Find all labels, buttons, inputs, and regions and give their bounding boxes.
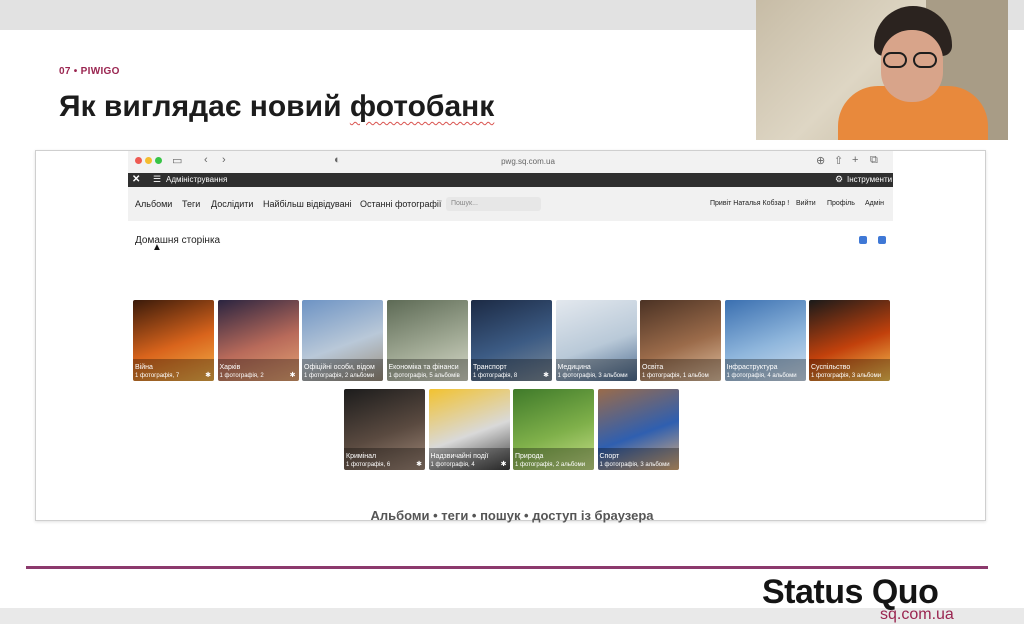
album-thumbnail[interactable]: Надзвичайні події 1 фотографія, 4 ✱ [428, 389, 510, 470]
new-badge-icon: ✱ [205, 372, 211, 379]
minimize-dot[interactable] [145, 157, 152, 164]
new-badge-icon: ✱ [500, 461, 507, 468]
profile-link[interactable]: Профіль [827, 200, 855, 207]
close-admin-icon[interactable]: ✕ [132, 174, 140, 185]
close-dot[interactable] [135, 157, 142, 164]
album-count: 1 фотографія, 2 [219, 373, 264, 379]
forward-icon[interactable]: › [222, 154, 226, 166]
new-badge-icon: ✱ [289, 372, 296, 379]
album-thumbnail[interactable]: Транспорт 1 фотографія, 8 ✱ [471, 300, 552, 381]
album-count: 1 фотографія, 6 [346, 462, 391, 468]
nav-tags[interactable]: Теги [182, 199, 200, 209]
album-count: 1 фотографія, 3 альбоми [599, 462, 670, 468]
album-thumbnail[interactable]: Харків 1 фотографія, 2 ✱ [217, 300, 299, 381]
album-thumbnail[interactable]: Спорт 1 фотографія, 3 альбоми [597, 389, 679, 470]
album-thumbnail[interactable]: Суспільство 1 фотографія, 3 альбоми [809, 300, 890, 381]
album-name: Медицина [557, 364, 591, 371]
greeting: Привіт Наталья Кобзар ! [710, 200, 790, 207]
browser-screenshot: ▭ ‹ › ◐ pwg.sq.com.ua ⊕ ⇧ + ⧉ ✕ ☰ Адміні… [35, 150, 986, 521]
slide-caption: Альбоми • теги • пошук • доступ із брауз… [370, 508, 654, 523]
album-count: 1 фотографія, 4 [430, 462, 475, 468]
tools-link[interactable]: Інструменти [847, 175, 892, 184]
album-name: Інфраструктура [726, 364, 778, 371]
new-badge-icon: ✱ [543, 372, 549, 379]
album-name: Надзвичайні події [430, 453, 489, 460]
new-badge-icon: ✱ [416, 461, 422, 468]
browser-toolbar: ▭ ‹ › ◐ pwg.sq.com.ua ⊕ ⇧ + ⧉ [128, 151, 893, 173]
album-count: 1 фотографія, 2 альбоми [304, 373, 375, 379]
album-count: 1 фотографія, 3 альбоми [811, 373, 882, 379]
title-text: Як виглядає новий [59, 90, 350, 123]
album-count: 1 фотографія, 7 [135, 373, 180, 379]
nav-recent-photos[interactable]: Останні фотографії [360, 199, 441, 209]
album-thumbnail[interactable]: Офіційні особи, відом 1 фотографія, 2 аль… [302, 300, 383, 381]
admin-nav-link[interactable]: Адмін [865, 200, 884, 207]
glasses-icon [883, 52, 941, 70]
album-count: 1 фотографія, 1 альбом [642, 373, 709, 379]
back-icon[interactable]: ‹ [204, 154, 208, 166]
logout-link[interactable]: Вийти [796, 200, 816, 207]
logo-site: sq.com.ua [880, 606, 954, 623]
nav-albums[interactable]: Альбоми [135, 199, 172, 209]
divider [26, 566, 988, 569]
album-count: 1 фотографія, 8 [473, 373, 518, 379]
album-thumbnail[interactable]: Економіка та фінанси 1 фотографія, 5 альб… [386, 300, 468, 381]
menu-icon[interactable]: ☰ [153, 174, 161, 185]
album-name: Транспорт [473, 364, 507, 371]
album-thumbnail[interactable]: Медицина 1 фотографія, 3 альбоми [555, 300, 637, 381]
nav-most-visited[interactable]: Найбільш відвідувані [263, 199, 352, 209]
slideshow-icon[interactable] [859, 236, 867, 244]
album-count: 1 фотографія, 5 альбомів [388, 373, 460, 379]
admin-link[interactable]: Адміністрування [166, 175, 227, 184]
tools-icon[interactable]: ⚙ [835, 174, 843, 185]
album-name: Економіка та фінанси [388, 364, 459, 371]
album-thumbnail[interactable]: Кримінал 1 фотографія, 6 ✱ [344, 389, 425, 470]
breadcrumb[interactable]: Домашня сторінка [135, 235, 220, 246]
album-count: 1 фотографія, 2 альбоми [515, 462, 586, 468]
address-bar[interactable]: pwg.sq.com.ua [448, 154, 608, 169]
album-name: Офіційні особи, відом [304, 364, 375, 371]
maximize-dot[interactable] [155, 157, 162, 164]
admin-bar: ✕ ☰ Адміністрування ⚙ Інструменти [128, 173, 893, 187]
share-icon[interactable]: ⇧ [834, 154, 843, 167]
album-thumbnail[interactable]: Війна 1 фотографія, 7 ✱ [133, 300, 214, 381]
album-name: Природа [515, 453, 544, 460]
new-tab-icon[interactable]: + [852, 154, 858, 166]
album-thumbnail[interactable]: Освіта 1 фотографія, 1 альбом [640, 300, 721, 381]
album-thumbnail[interactable]: Природа 1 фотографія, 2 альбоми [513, 389, 594, 470]
sidebar-icon[interactable]: ▭ [172, 154, 182, 167]
album-name: Війна [135, 364, 153, 371]
webcam-overlay [756, 0, 1008, 140]
album-count: 1 фотографія, 3 альбоми [557, 373, 628, 379]
album-name: Кримінал [346, 453, 377, 460]
album-name: Суспільство [811, 364, 851, 371]
tabs-icon[interactable]: ⧉ [870, 154, 878, 167]
section-label: 07 • PIWIGO [59, 66, 120, 77]
album-name: Освіта [642, 364, 664, 371]
title-underlined-word: фотобанк [349, 90, 495, 123]
mouse-cursor-icon: ▲ [152, 242, 162, 253]
nav-explore[interactable]: Дослідити [211, 199, 253, 209]
album-thumbnail[interactable]: Інфраструктура 1 фотографія, 4 альбоми [724, 300, 806, 381]
album-count: 1 фотографія, 4 альбоми [726, 373, 797, 379]
privacy-icon: ◐ [334, 154, 341, 166]
album-name: Харків [219, 364, 241, 371]
download-icon[interactable]: ⊕ [816, 154, 825, 167]
nav-bar: Альбоми Теги Дослідити Найбільш відвідув… [128, 187, 893, 221]
calendar-icon[interactable] [878, 236, 886, 244]
slide-title: Як виглядає новий фотобанк [59, 90, 494, 124]
album-name: Спорт [599, 453, 620, 460]
search-input[interactable]: Пошук... [446, 197, 541, 211]
